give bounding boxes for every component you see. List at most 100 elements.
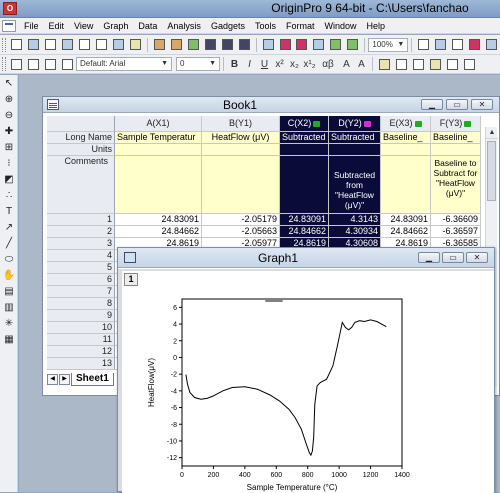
italic-icon[interactable]: I (242, 59, 257, 70)
menu-tools[interactable]: Tools (250, 21, 281, 31)
new-notes-icon[interactable] (128, 38, 143, 52)
row-number[interactable]: 13 (47, 358, 115, 370)
new-sheet-icon[interactable] (43, 38, 58, 52)
import-ascii-icon[interactable] (261, 38, 276, 52)
open-icon[interactable] (152, 38, 167, 52)
pattern-icon[interactable] (445, 57, 460, 71)
row-label-comments[interactable]: Comments (47, 156, 115, 214)
graph-title-bar[interactable]: Graph1 ▁ ▭ ✕ (118, 248, 494, 268)
results-log-icon[interactable] (484, 38, 499, 52)
rectangle-icon[interactable]: ▤ (2, 285, 16, 298)
new-function-icon[interactable] (94, 38, 109, 52)
scroll-up-icon[interactable]: ▲ (486, 127, 498, 139)
dropdown-small-icon[interactable] (60, 57, 75, 71)
open-excel-icon[interactable] (186, 38, 201, 52)
column-header-c[interactable]: C(X2) (280, 116, 329, 132)
units-e[interactable] (381, 144, 431, 156)
draw-data-icon[interactable]: ∴ (2, 189, 16, 202)
text-icon[interactable]: T (2, 205, 16, 218)
layer-icon[interactable]: ▦ (2, 333, 16, 346)
data-selector-icon[interactable]: ⁝ (2, 157, 16, 170)
border-icon[interactable] (462, 57, 477, 71)
minimize-button[interactable]: ▁ (418, 252, 440, 263)
workbook-icon[interactable] (47, 99, 59, 110)
pointer-icon[interactable]: ↖ (2, 77, 16, 90)
restore-button[interactable]: ▭ (442, 252, 464, 263)
font-size-select[interactable]: 0 ▼ (176, 57, 220, 71)
corner-cell[interactable] (47, 116, 115, 132)
long-name-f[interactable]: Baseline_ (431, 132, 481, 144)
code-builder-icon[interactable] (467, 38, 482, 52)
column-header-f[interactable]: F(Y3) (431, 116, 481, 132)
line-icon[interactable]: ╱ (2, 237, 16, 250)
cell-a[interactable]: 24.83091 (115, 214, 202, 226)
line-width-icon[interactable] (411, 57, 426, 71)
long-name-c[interactable]: Subtracted (280, 132, 329, 144)
comments-b[interactable] (202, 156, 280, 214)
import-single-icon[interactable] (278, 38, 293, 52)
fill-color-icon[interactable] (428, 57, 443, 71)
first-sheet-icon[interactable]: ◀ (47, 373, 58, 385)
subscript-icon[interactable]: x₂ (287, 59, 302, 70)
menu-graph[interactable]: Graph (98, 21, 133, 31)
row-number[interactable]: 12 (47, 346, 115, 358)
comments-f[interactable]: Baseline to Subtract for "HeatFlow (μV)" (431, 156, 481, 214)
underline-icon[interactable]: U (257, 59, 272, 70)
comments-c[interactable] (280, 156, 329, 214)
superscript-icon[interactable]: x² (272, 59, 287, 70)
row-label-units[interactable]: Units (47, 144, 115, 156)
row-number[interactable]: 6 (47, 274, 115, 286)
row-number[interactable]: 4 (47, 250, 115, 262)
decrease-font-icon[interactable]: A (354, 59, 369, 70)
region-selector-icon[interactable]: ◩ (2, 173, 16, 186)
workbook-title-bar[interactable]: Book1 ▁ ▭ ✕ (43, 97, 499, 113)
menu-file[interactable]: File (19, 21, 44, 31)
hand-icon[interactable]: ✋ (2, 269, 16, 282)
screen-reader-icon[interactable]: ✚ (2, 125, 16, 138)
cell-e[interactable]: 24.83091 (381, 214, 431, 226)
import-wizard-icon[interactable] (311, 38, 326, 52)
units-d[interactable] (329, 144, 381, 156)
new-graph-icon[interactable] (77, 38, 92, 52)
long-name-e[interactable]: Baseline_ (381, 132, 431, 144)
plot-svg[interactable]: 0 200 400 600 800 1000 1200 1400 6 4 2 0 -2 -4 -6 -8 -10… (122, 271, 494, 493)
scroll-thumb[interactable] (487, 141, 496, 201)
sub-superscript-icon[interactable]: x¹₂ (302, 59, 317, 70)
bold-icon[interactable]: B (227, 59, 242, 70)
row-number[interactable]: 2 (47, 226, 115, 238)
minimize-button[interactable]: ▁ (421, 99, 443, 110)
menu-edit[interactable]: Edit (44, 21, 70, 31)
graph-page[interactable]: 1 0 200 400 600 800 1000 1200 1400 6 4 2 0 -2 -4 -6 -8-… (122, 271, 494, 493)
batch-icon[interactable] (345, 38, 360, 52)
cell-c[interactable]: 24.84662 (280, 226, 329, 238)
menu-help[interactable]: Help (362, 21, 391, 31)
tick-icon[interactable] (43, 57, 58, 71)
long-name-a[interactable]: Sample Temperatur (115, 132, 202, 144)
mask-icon[interactable]: ✳ (2, 317, 16, 330)
recalculate-icon[interactable] (328, 38, 343, 52)
font-color-icon[interactable] (377, 57, 392, 71)
menu-analysis[interactable]: Analysis (162, 21, 206, 31)
sheet-tab[interactable]: Sheet1 (71, 372, 114, 386)
refresh-icon[interactable] (433, 38, 448, 52)
menu-data[interactable]: Data (133, 21, 162, 31)
cell-b[interactable]: -2.05179 (202, 214, 280, 226)
zoom-in-icon[interactable]: ⊕ (2, 93, 16, 106)
save-template-icon[interactable] (237, 38, 252, 52)
mdi-document-icon[interactable] (2, 19, 16, 32)
open-template-icon[interactable] (169, 38, 184, 52)
cell-d[interactable]: 4.3143 (329, 214, 381, 226)
zoom-out-icon[interactable]: ⊖ (2, 109, 16, 122)
new-project-icon[interactable] (9, 38, 24, 52)
cell-b[interactable]: -2.05663 (202, 226, 280, 238)
row-number[interactable]: 8 (47, 298, 115, 310)
row-number[interactable]: 9 (47, 310, 115, 322)
zoom-select[interactable]: 100% ▼ (368, 37, 409, 52)
restore-button[interactable]: ▭ (446, 99, 468, 110)
toolbar-grip[interactable] (2, 57, 6, 71)
row-number[interactable]: 5 (47, 262, 115, 274)
duplicate-icon[interactable] (450, 38, 465, 52)
graph-window[interactable]: Graph1 ▁ ▭ ✕ 1 0 200 400 600 800 1000 1200 1400… (117, 247, 495, 493)
row-number[interactable]: 1 (47, 214, 115, 226)
menu-window[interactable]: Window (320, 21, 362, 31)
